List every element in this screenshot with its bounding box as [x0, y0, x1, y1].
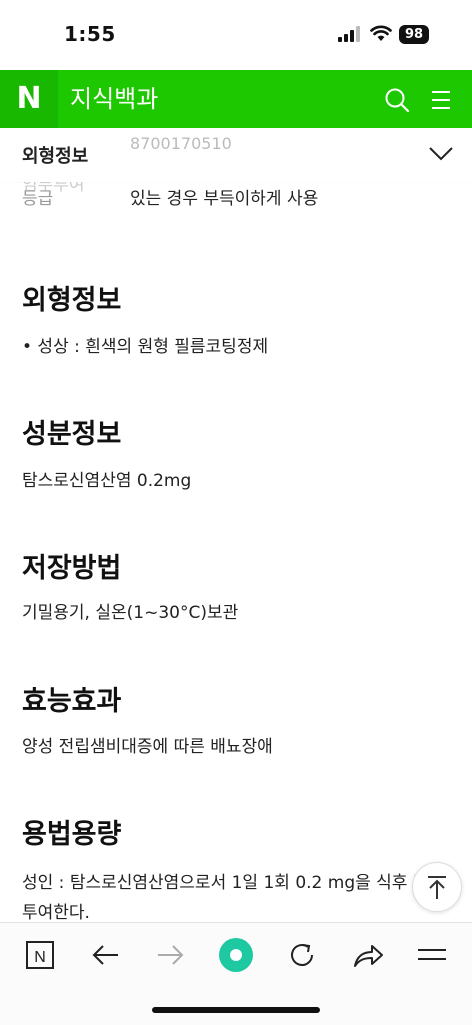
section-title-efficacy: 효능효과	[22, 686, 122, 717]
svg-text:N: N	[34, 949, 46, 966]
section-body-efficacy: 양성 전립샘비대증에 따른 배뇨장애	[22, 737, 273, 757]
section-body-appearance: • 성상 : 흰색의 원형 필름코팅정제	[22, 337, 269, 357]
section-body-storage: 기밀용기, 실온(1~30°C)보관	[22, 603, 239, 623]
share-icon	[354, 945, 383, 967]
hamburger-icon	[418, 949, 446, 960]
section-title-dosage: 용법용량	[22, 819, 122, 850]
n-home-icon: N	[26, 941, 54, 969]
page-title[interactable]: 지식백과	[70, 70, 158, 128]
scroll-to-top-button[interactable]	[412, 862, 462, 912]
current-section-label: 외형정보	[22, 146, 89, 167]
table-row-value: 있는 경우 부득이하게 사용	[130, 189, 319, 209]
forward-arrow-icon	[158, 945, 184, 965]
more-menu-button[interactable]	[414, 937, 450, 973]
refresh-button[interactable]	[284, 937, 320, 973]
app-header: N 지식백과	[0, 70, 472, 128]
table-row-label: 등급	[22, 189, 54, 209]
wifi-icon	[370, 25, 392, 41]
chevron-down-icon[interactable]	[428, 144, 454, 164]
forward-button[interactable]	[152, 937, 188, 973]
naver-logo[interactable]: N	[0, 70, 58, 128]
battery-icon: 98	[399, 25, 429, 44]
green-dot-icon	[219, 938, 253, 972]
bottom-toolbar: N	[0, 922, 472, 1025]
status-bar: 1:55 98	[0, 0, 472, 70]
back-arrow-icon	[92, 945, 118, 965]
back-button[interactable]	[88, 937, 124, 973]
home-indicator	[152, 1007, 320, 1013]
section-body-ingredients: 탐스로신염산염 0.2mg	[22, 471, 192, 491]
signal-icon	[338, 26, 360, 42]
section-title-appearance: 외형정보	[22, 285, 122, 316]
article-content: 임부투여 등급 있는 경우 부득이하게 사용 외형정보 • 성상 : 흰색의 원…	[0, 182, 472, 922]
refresh-icon	[291, 944, 313, 966]
section-dropdown[interactable]: 8700170510 외형정보	[0, 128, 472, 183]
share-button[interactable]	[350, 937, 386, 973]
scrolled-peek-text: 8700170510	[130, 134, 232, 153]
section-title-storage: 저장방법	[22, 553, 122, 584]
menu-icon[interactable]	[430, 89, 452, 111]
status-time: 1:55	[64, 22, 116, 46]
search-icon[interactable]	[384, 87, 410, 113]
section-title-ingredients: 성분정보	[22, 419, 122, 450]
green-dot-button[interactable]	[218, 937, 254, 973]
home-button[interactable]: N	[22, 937, 58, 973]
section-body-dosage: 성인 : 탐스로신염산염으로서 1일 1회 0.2 mg을 식후 경구투여한다.	[22, 873, 445, 922]
arrow-up-icon	[428, 876, 446, 899]
